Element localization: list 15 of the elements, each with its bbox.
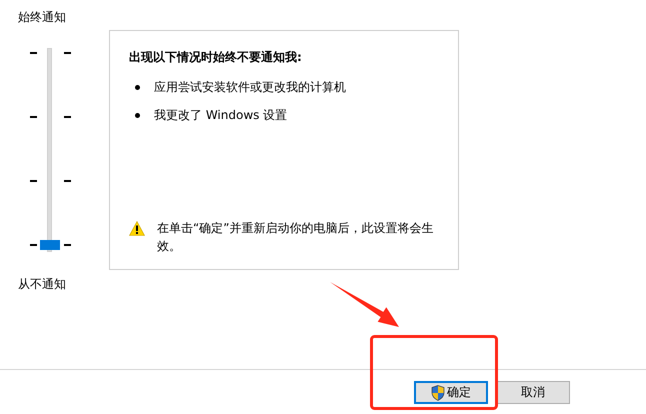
slider-bottom-label: 从不通知 (18, 276, 66, 292)
cancel-button[interactable]: 取消 (496, 381, 570, 404)
bullet-icon (135, 84, 140, 90)
slider-top-label: 始终通知 (18, 9, 66, 25)
restart-note: 在单击“确定”并重新启动你的电脑后，此设置将会生效。 (157, 220, 434, 255)
condition-text: 应用尝试安装软件或更改我的计算机 (154, 79, 346, 95)
notification-slider[interactable] (28, 48, 74, 250)
slider-thumb[interactable] (40, 240, 60, 250)
panel-heading: 出现以下情况时始终不要通知我: (129, 49, 302, 65)
ok-button[interactable]: 确定 (414, 381, 488, 404)
annotation-arrow (330, 282, 399, 327)
warning-icon (129, 221, 145, 236)
shield-icon (431, 384, 445, 400)
bullet-icon (135, 112, 140, 118)
condition-text: 我更改了 Windows 设置 (154, 107, 288, 123)
